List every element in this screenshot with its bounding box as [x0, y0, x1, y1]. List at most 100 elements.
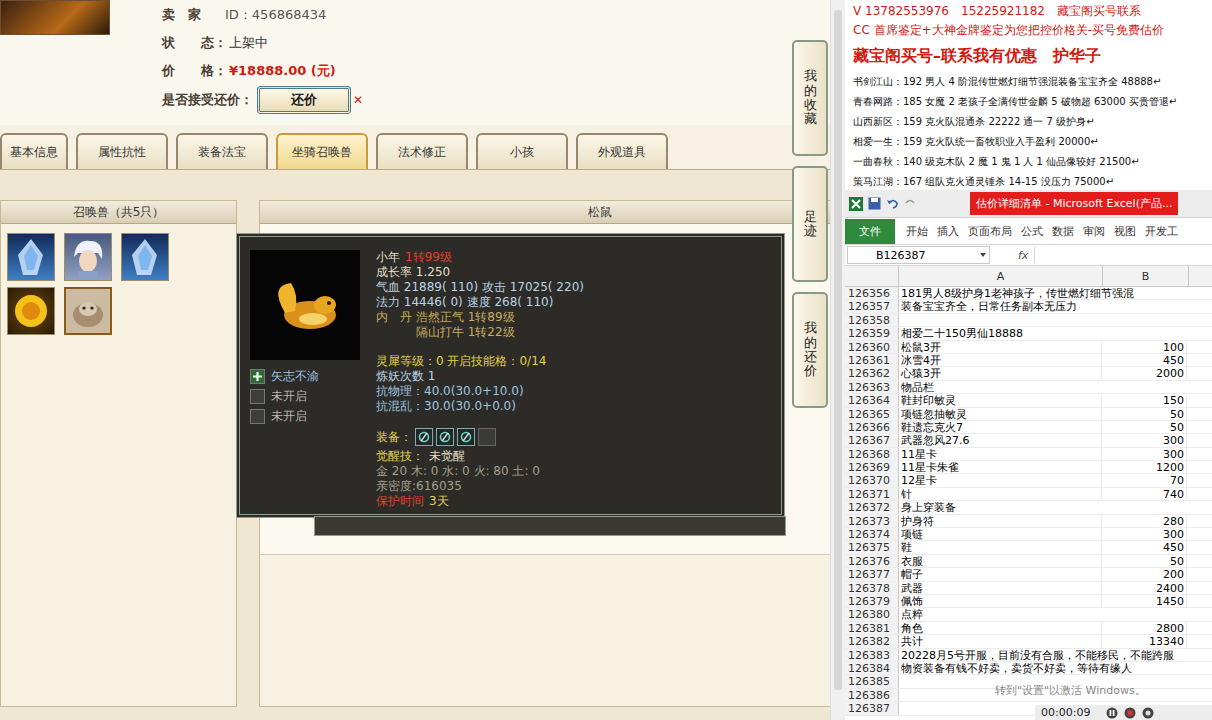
- row-number[interactable]: 126386: [845, 689, 899, 701]
- row-number[interactable]: 126357: [845, 300, 899, 312]
- cell-b[interactable]: 280: [1102, 515, 1187, 527]
- row-number[interactable]: 126356: [845, 287, 899, 299]
- cell-a[interactable]: 武器忽风27.6: [899, 434, 1102, 446]
- cell-a[interactable]: 角色: [899, 622, 1102, 634]
- row-number[interactable]: 126364: [845, 394, 899, 406]
- row-number[interactable]: 126380: [845, 608, 899, 620]
- cell-a[interactable]: 相爱二十150男仙18888: [899, 327, 1212, 339]
- ribbon-tab[interactable]: 公式: [1021, 224, 1043, 239]
- row-number[interactable]: 126382: [845, 635, 899, 647]
- row-number[interactable]: 126375: [845, 541, 899, 553]
- row-number[interactable]: 126369: [845, 461, 899, 473]
- pause-icon[interactable]: [1106, 707, 1118, 719]
- cell-a[interactable]: 武器: [899, 582, 1102, 594]
- column-label[interactable]: A: [899, 266, 1103, 286]
- tab[interactable]: 小孩: [476, 133, 568, 169]
- row-number[interactable]: 126387: [845, 702, 899, 714]
- row-number[interactable]: 126370: [845, 474, 899, 486]
- cell-a[interactable]: 冰雪4开: [899, 354, 1102, 366]
- page-scrollbar[interactable]: [830, 0, 845, 720]
- pet-icon[interactable]: [121, 233, 169, 281]
- cell-b[interactable]: 300: [1102, 528, 1187, 540]
- ribbon-tab[interactable]: 数据: [1052, 224, 1074, 239]
- cell-b[interactable]: 150: [1102, 394, 1187, 406]
- cell-a[interactable]: 物资装备有钱不好卖，卖货不好卖，等待有缘人: [899, 662, 1212, 674]
- tab[interactable]: 外观道具: [576, 133, 668, 169]
- cell-a[interactable]: 11星卡朱雀: [899, 461, 1102, 473]
- cell-a[interactable]: 鞋遗忘克火7: [899, 421, 1102, 433]
- cell-a[interactable]: 鞋: [899, 541, 1102, 553]
- row-number[interactable]: 126381: [845, 622, 899, 634]
- cell-a[interactable]: 衣服: [899, 555, 1102, 567]
- ribbon-tab[interactable]: 开发工: [1145, 224, 1178, 239]
- column-label[interactable]: B: [1103, 266, 1189, 286]
- equip-slot-icon[interactable]: [478, 428, 496, 446]
- cell-b[interactable]: 50: [1102, 408, 1187, 420]
- cell-b[interactable]: 1200: [1102, 461, 1187, 473]
- cell-a[interactable]: 护身符: [899, 515, 1102, 527]
- cell-a[interactable]: 心猿3开: [899, 367, 1102, 379]
- pet-icon[interactable]: [64, 233, 112, 281]
- tab[interactable]: 坐骑召唤兽: [276, 133, 368, 169]
- formula-input[interactable]: [1034, 247, 1212, 263]
- row-number[interactable]: 126379: [845, 595, 899, 607]
- ribbon-tab[interactable]: 文件: [845, 219, 895, 244]
- ribbon-tab[interactable]: 开始: [906, 224, 928, 239]
- row-number[interactable]: 126359: [845, 327, 899, 339]
- row-number[interactable]: 126361: [845, 354, 899, 366]
- cell-b[interactable]: 300: [1102, 434, 1187, 446]
- cell-a[interactable]: 项链忽抽敏灵: [899, 408, 1102, 420]
- row-number[interactable]: 126363: [845, 381, 899, 393]
- ribbon-tab[interactable]: 审阅: [1083, 224, 1105, 239]
- ribbon-tab[interactable]: 页面布局: [968, 224, 1012, 239]
- cell-a[interactable]: 11星卡: [899, 448, 1102, 460]
- cell-b[interactable]: 2800: [1102, 622, 1187, 634]
- cell-a[interactable]: 鞋封印敏灵: [899, 394, 1102, 406]
- row-number[interactable]: 126374: [845, 528, 899, 540]
- row-number[interactable]: 126378: [845, 582, 899, 594]
- cell-b[interactable]: 70: [1102, 474, 1187, 486]
- side-button[interactable]: 我的收藏: [792, 40, 828, 156]
- row-number[interactable]: 126366: [845, 421, 899, 433]
- cell-a[interactable]: 帽子: [899, 568, 1102, 580]
- scroll-thumb[interactable]: [834, 10, 842, 690]
- cell-a[interactable]: 身上穿装备: [899, 501, 1212, 513]
- row-number[interactable]: 126365: [845, 408, 899, 420]
- cell-a[interactable]: 松鼠3开: [899, 341, 1102, 353]
- tab[interactable]: 装备法宝: [176, 133, 268, 169]
- equip-slot-icon[interactable]: [457, 428, 475, 446]
- pet-icon[interactable]: [64, 287, 112, 335]
- cell-b[interactable]: 2000: [1102, 367, 1187, 379]
- row-number[interactable]: 126385: [845, 675, 899, 687]
- row-number[interactable]: 126371: [845, 488, 899, 500]
- cell-a[interactable]: [899, 314, 1212, 326]
- pet-icon[interactable]: [7, 287, 55, 335]
- save-icon[interactable]: [868, 197, 881, 210]
- name-box[interactable]: B126387: [847, 246, 990, 264]
- cell-a[interactable]: 12星卡: [899, 474, 1102, 486]
- row-number[interactable]: 126384: [845, 662, 899, 674]
- row-number[interactable]: 126377: [845, 568, 899, 580]
- cell-b[interactable]: 450: [1102, 541, 1187, 553]
- row-number[interactable]: 126362: [845, 367, 899, 379]
- cell-a[interactable]: 点粹: [899, 608, 1212, 620]
- fx-label[interactable]: fx: [1018, 249, 1028, 262]
- cell-b[interactable]: 1450: [1102, 595, 1187, 607]
- row-number[interactable]: 126367: [845, 434, 899, 446]
- row-number[interactable]: 126360: [845, 341, 899, 353]
- undo-icon[interactable]: [886, 197, 899, 210]
- cell-a[interactable]: 20228月5号开服，目前没有合服，不能移民，不能跨服: [899, 649, 1212, 661]
- row-number[interactable]: 126368: [845, 448, 899, 460]
- side-button[interactable]: 我的还价: [792, 292, 828, 408]
- cell-b[interactable]: 300: [1102, 448, 1187, 460]
- cell-a[interactable]: 项链: [899, 528, 1102, 540]
- cell-b[interactable]: 740: [1102, 488, 1187, 500]
- cell-b[interactable]: 2400: [1102, 582, 1187, 594]
- side-button[interactable]: 足迹: [792, 166, 828, 282]
- ribbon-tab[interactable]: 插入: [937, 224, 959, 239]
- stop-icon[interactable]: [1124, 707, 1136, 719]
- tab[interactable]: 法术修正: [376, 133, 468, 169]
- cell-b[interactable]: 13340: [1102, 635, 1187, 647]
- tab[interactable]: 属性抗性: [76, 133, 168, 169]
- cell-b[interactable]: 50: [1102, 555, 1187, 567]
